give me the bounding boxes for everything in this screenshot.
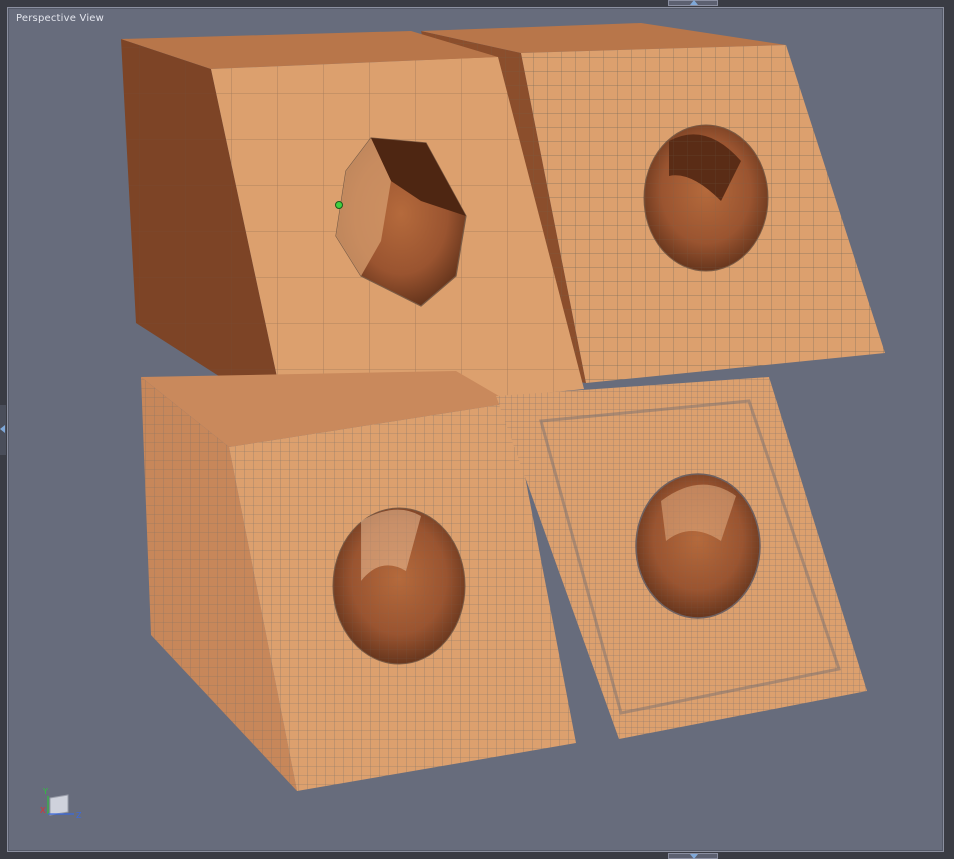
perspective-viewport[interactable]: Perspective View Y X Z (7, 7, 944, 852)
top-resize-handle[interactable] (668, 0, 718, 6)
up-arrow-icon (690, 0, 698, 5)
y-axis-label: Y (42, 788, 48, 796)
left-arrow-icon (0, 425, 5, 433)
app-frame: Perspective View Y X Z (0, 0, 954, 859)
x-axis-label: X (40, 806, 46, 815)
bottom-resize-handle[interactable] (668, 853, 718, 859)
axis-gizmo: Y X Z (40, 788, 82, 820)
left-resize-handle[interactable] (0, 405, 6, 455)
down-arrow-icon (690, 854, 698, 859)
z-axis-label: Z (76, 811, 82, 820)
scene-canvas[interactable] (8, 8, 944, 852)
selected-vertex[interactable] (335, 201, 343, 209)
viewport-title: Perspective View (16, 13, 105, 24)
